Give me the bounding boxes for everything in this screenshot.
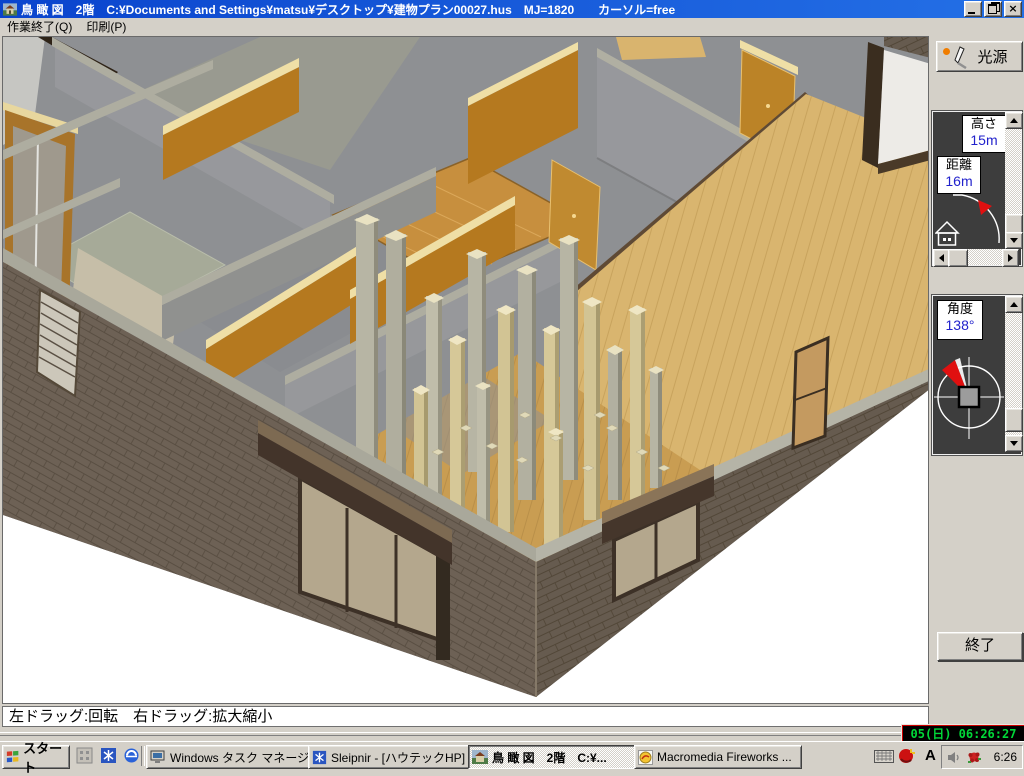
app-icon	[3, 3, 17, 16]
height-box: 高さ 15m	[962, 115, 1006, 153]
status-bar: 左ドラッグ:回転 右ドラッグ:拡大縮小	[2, 706, 929, 727]
quick-launch-sleipnir-icon[interactable]	[100, 747, 117, 764]
minimize-icon	[968, 12, 975, 14]
menu-item-print[interactable]: 印刷(P)	[79, 17, 133, 36]
monitor-icon	[150, 750, 166, 764]
windows-logo-icon	[6, 750, 20, 764]
window-title: 鳥 瞰 図 2階 C:¥Documents and Settings¥matsu…	[21, 1, 964, 18]
camera-scroll-down[interactable]	[1005, 232, 1023, 249]
viewport-hint: 左ドラッグ:回転 右ドラッグ:拡大縮小	[9, 708, 272, 725]
minimize-button[interactable]	[964, 1, 982, 17]
tray-clock[interactable]: 6:26	[994, 750, 1022, 764]
camera-graphic	[935, 194, 1005, 248]
window-bottom-edge	[0, 732, 931, 736]
3d-scene[interactable]	[3, 37, 928, 703]
light-source-label: 光源	[969, 46, 1022, 67]
start-label: スタート	[23, 738, 69, 776]
angle-vertical-scrollbar[interactable]	[1005, 296, 1021, 452]
taskbar-button-birdview[interactable]: 鳥 瞰 図 2階 C:¥...	[468, 745, 638, 769]
taskbar-separator	[141, 746, 145, 766]
distance-value: 16m	[938, 173, 980, 189]
angle-vertical-thumb[interactable]	[1005, 408, 1023, 432]
taskbar: スタート Windows タスク マネージャ Sleipnir - [ハウテック…	[0, 741, 1024, 769]
exit-button[interactable]: 終了	[937, 632, 1023, 661]
sleipnir-icon	[312, 750, 327, 765]
quick-launch-icon-1[interactable]	[76, 747, 93, 764]
pen-icon	[951, 45, 969, 69]
camera-horizontal-thumb[interactable]	[948, 249, 968, 267]
birdview-app-icon	[472, 750, 488, 764]
angle-scroll-up[interactable]	[1005, 296, 1023, 313]
system-tray: 6:26	[941, 745, 1023, 769]
compass-center-square	[959, 387, 979, 407]
height-label: 高さ	[963, 116, 1005, 132]
menu-bar: 作業終了(Q) 印刷(P)	[0, 18, 1024, 35]
close-button[interactable]: ×	[1004, 1, 1022, 17]
right-arrow-icon	[1008, 254, 1017, 262]
close-icon: ×	[1005, 2, 1021, 15]
height-value: 15m	[963, 132, 1005, 148]
taskbar-button-sleipnir[interactable]: Sleipnir - [ハウテックHP]	[308, 745, 473, 769]
angle-panel: 角度 138°	[932, 295, 1022, 455]
camera-scroll-right[interactable]	[1002, 249, 1019, 267]
down-arrow-icon	[1010, 441, 1018, 450]
volume-icon[interactable]	[947, 751, 961, 764]
keyboard-icon[interactable]	[874, 750, 894, 763]
taskbar-button-task-manager[interactable]: Windows タスク マネージャ	[146, 745, 312, 769]
taskbar-button-fireworks[interactable]: Macromedia Fireworks ...	[634, 745, 802, 769]
fireworks-icon	[638, 750, 653, 765]
title-bar[interactable]: 鳥 瞰 図 2階 C:¥Documents and Settings¥matsu…	[0, 0, 1024, 18]
menu-item-exit[interactable]: 作業終了(Q)	[0, 17, 79, 36]
light-dot-icon	[943, 48, 950, 55]
camera-vertical-scrollbar[interactable]	[1005, 112, 1021, 249]
house-icon	[936, 222, 958, 245]
left-arrow-icon	[935, 254, 944, 262]
desktop: { "titlebar": { "title": "鳥 瞰 図 2階 C:¥Do…	[0, 0, 1024, 768]
angle-value: 138°	[938, 317, 982, 333]
angle-label: 角度	[938, 301, 982, 317]
restore-button[interactable]	[984, 1, 1002, 17]
angle-box: 角度 138°	[937, 300, 983, 340]
angle-scroll-down[interactable]	[1005, 435, 1023, 452]
up-arrow-icon	[1010, 114, 1018, 123]
quick-launch-browser-icon[interactable]	[123, 747, 140, 764]
ime-indicator[interactable]: A	[925, 747, 936, 764]
start-button[interactable]: スタート	[2, 745, 70, 769]
3d-viewport[interactable]	[2, 36, 929, 704]
angle-compass	[933, 342, 1005, 452]
camera-horizontal-scrollbar[interactable]	[933, 249, 1019, 265]
antivirus-icon[interactable]	[967, 750, 982, 765]
up-arrow-icon	[1010, 298, 1018, 307]
mouse-ball-icon[interactable]	[898, 747, 915, 764]
distance-label: 距離	[938, 157, 980, 173]
camera-panel: 高さ 15m 距離 16m	[932, 111, 1022, 266]
camera-scroll-up[interactable]	[1005, 112, 1023, 129]
right-tall-window	[793, 338, 828, 448]
distance-box: 距離 16m	[937, 156, 981, 194]
client-area: 左ドラッグ:回転 右ドラッグ:拡大縮小 光源 高さ 15m 距離 16m	[0, 35, 1024, 741]
down-arrow-icon	[1010, 238, 1018, 247]
light-source-button[interactable]: 光源	[936, 41, 1023, 72]
